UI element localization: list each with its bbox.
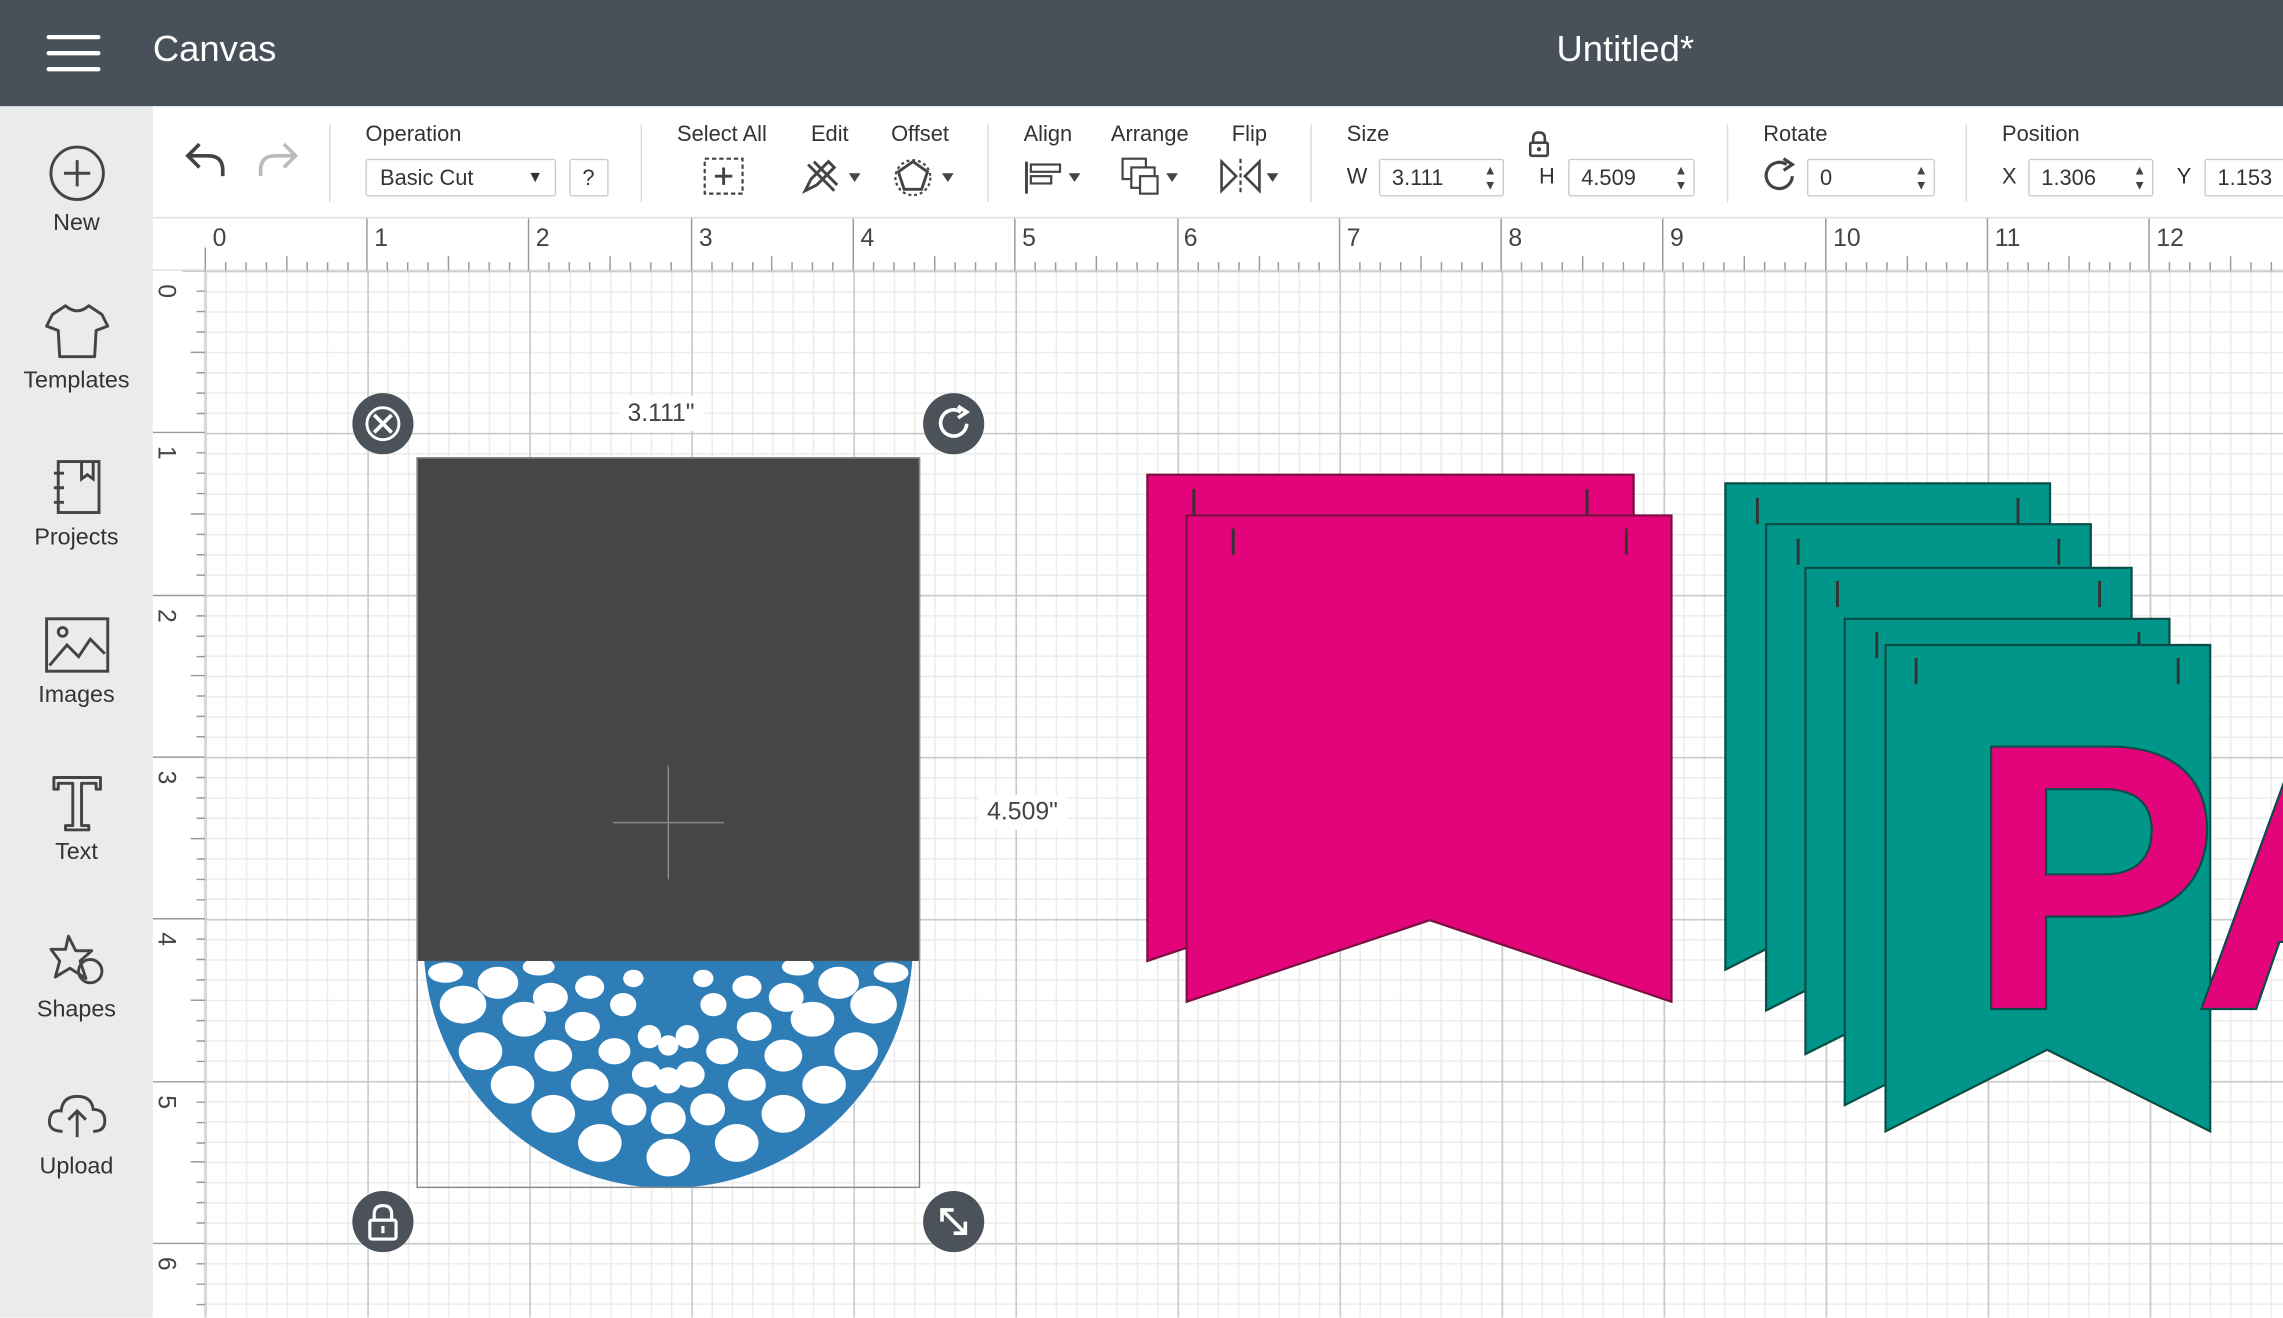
delete-handle[interactable] <box>352 393 414 455</box>
lock-handle[interactable] <box>352 1191 414 1253</box>
canvas-objects: PA <box>416 457 2283 1189</box>
lock-icon <box>368 1203 398 1241</box>
selection-height-label: 4.509" <box>978 794 1067 830</box>
rotate-icon <box>938 404 971 438</box>
resize-arrows-icon <box>940 1208 968 1236</box>
pink-banner-group[interactable] <box>1146 473 1673 1004</box>
selection-width-label: 3.111" <box>618 396 704 431</box>
selection-bounding-box[interactable] <box>416 457 921 1189</box>
resize-handle[interactable] <box>923 1191 985 1253</box>
banner-letters[interactable]: PA <box>1965 663 2283 1091</box>
rotate-handle[interactable] <box>923 393 985 455</box>
close-icon <box>365 406 401 442</box>
